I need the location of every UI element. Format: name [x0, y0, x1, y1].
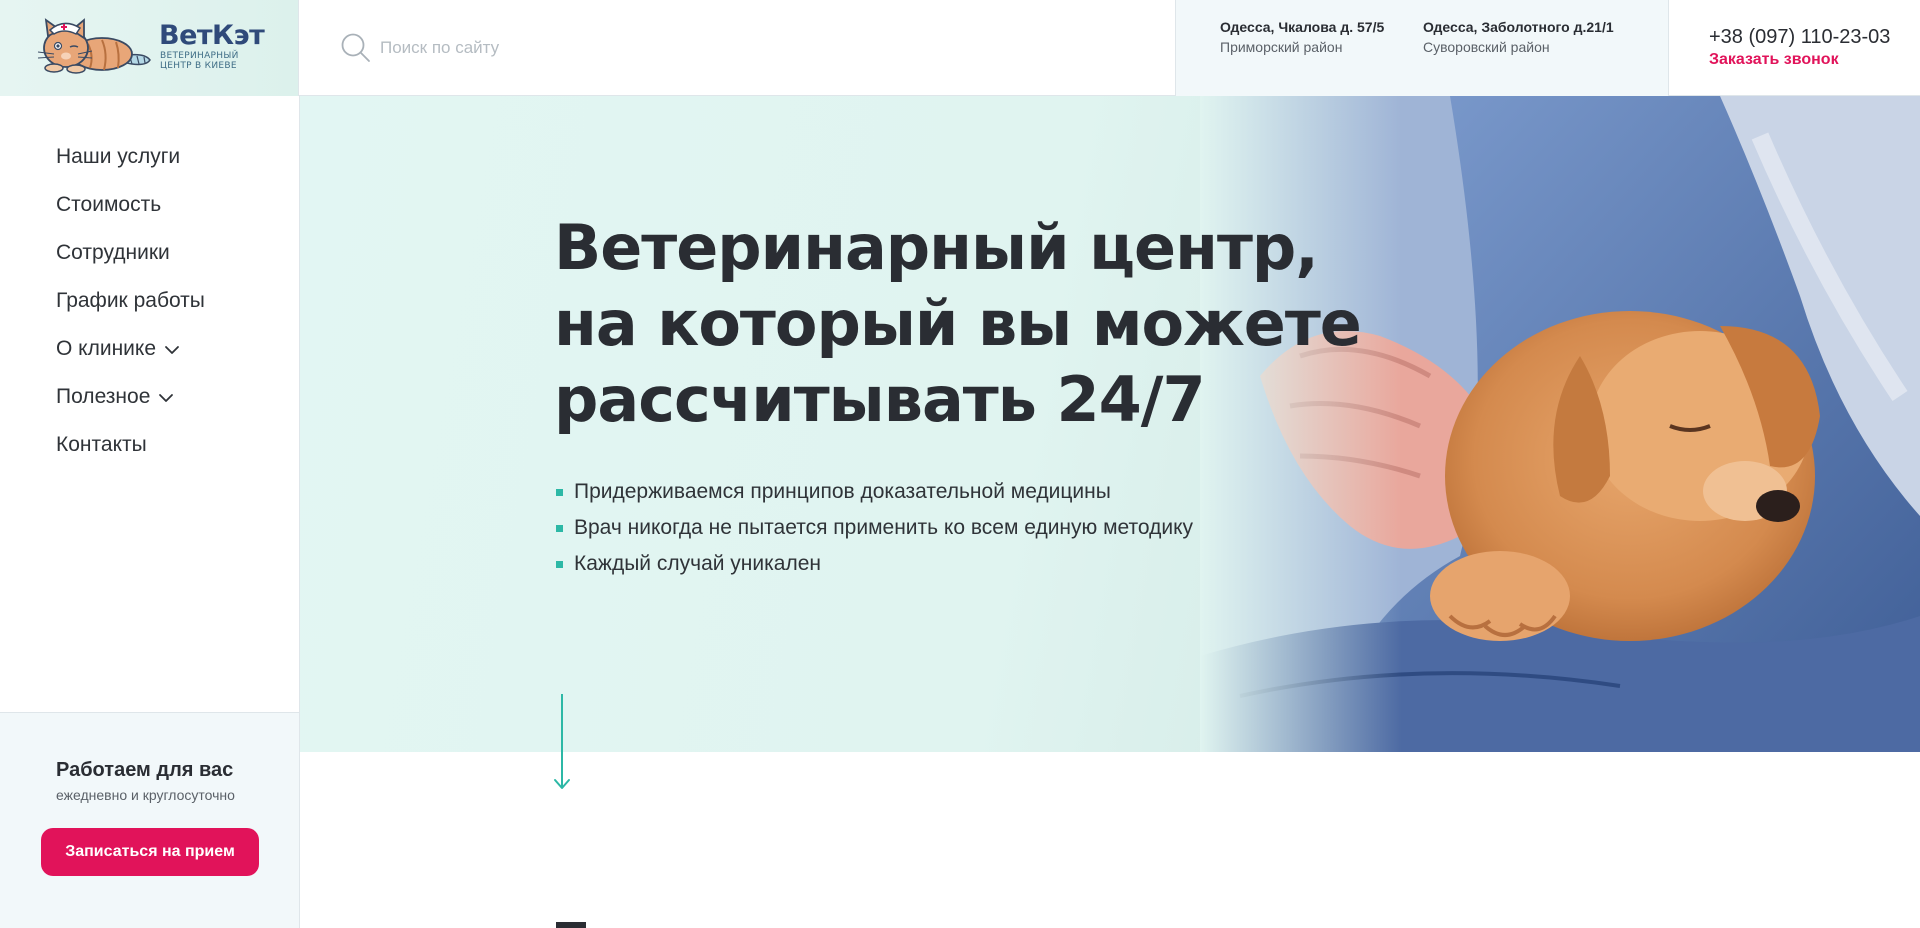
logo-link[interactable]: ВетКэт Ветеринарный центр в Киеве	[0, 0, 299, 96]
address-district: Суворовский район	[1423, 39, 1550, 55]
phone-number[interactable]: +38 (097) 110-23-03	[1709, 24, 1890, 50]
address-chkalova[interactable]: Одесса, Чкалова д. 57/5 Приморский район	[1220, 17, 1384, 57]
site-search	[340, 32, 740, 66]
address-zabolotnogo[interactable]: Одесса, Заболотного д.21/1 Суворовский р…	[1423, 17, 1614, 57]
hero-bullet: Придерживаемся принципов доказательной м…	[554, 474, 1193, 510]
search-input[interactable]	[380, 35, 740, 61]
arrow-down-icon[interactable]	[553, 694, 571, 792]
nav-item-services[interactable]: Наши услуги	[56, 142, 205, 190]
nav-item-contacts[interactable]: Контакты	[56, 430, 205, 478]
cat-logo-icon	[37, 18, 151, 74]
hero-bullet: Каждый случай уникален	[554, 546, 1193, 582]
nav-item-label: График работы	[56, 289, 205, 312]
nav-item-label: Сотрудники	[56, 241, 170, 264]
nav-item-schedule[interactable]: График работы	[56, 286, 205, 334]
chevron-down-icon	[165, 346, 179, 354]
search-icon[interactable]	[340, 32, 372, 64]
site-header: ВетКэт Ветеринарный центр в Киеве Одесса…	[0, 0, 1920, 96]
nav-item-label: Наши услуги	[56, 145, 181, 168]
brand-tagline: Ветеринарный центр в Киеве	[160, 51, 239, 71]
hero-bullets: Придерживаемся принципов доказательной м…	[554, 474, 1193, 582]
nav-item-prices[interactable]: Стоимость	[56, 190, 205, 238]
callback-link[interactable]: Заказать звонок	[1709, 50, 1890, 70]
sidebar: Наши услуги Стоимость Сотрудники График …	[0, 96, 300, 928]
address-title: Одесса, Заболотного д.21/1	[1423, 19, 1614, 35]
nav-item-label: О клинике	[56, 337, 157, 360]
hero-bullet: Врач никогда не пытается применить ко вс…	[554, 510, 1193, 546]
book-appointment-button[interactable]: Записаться на прием	[41, 828, 259, 876]
nav-item-staff[interactable]: Сотрудники	[56, 238, 205, 286]
nav-item-label: Контакты	[56, 433, 147, 456]
schedule-box: Работаем для вас ежедневно и круглосуточ…	[0, 712, 299, 928]
main-nav: Наши услуги Стоимость Сотрудники График …	[56, 142, 205, 478]
schedule-title: Работаем для вас	[56, 759, 234, 781]
contact-box: +38 (097) 110-23-03 Заказать звонок	[1709, 24, 1890, 70]
next-section-heading-stub	[556, 922, 586, 928]
address-title: Одесса, Чкалова д. 57/5	[1220, 19, 1385, 35]
nav-item-label: Полезное	[56, 385, 151, 408]
addresses-panel: Одесса, Чкалова д. 57/5 Приморский район…	[1175, 0, 1669, 96]
hero-title: Ветеринарный центр, на который вы можете…	[554, 211, 1362, 436]
address-district: Приморский район	[1220, 39, 1343, 55]
nav-item-useful[interactable]: Полезное	[56, 382, 205, 430]
nav-item-label: Стоимость	[56, 193, 162, 216]
nav-item-about[interactable]: О клинике	[56, 334, 205, 382]
schedule-subtitle: ежедневно и круглосуточно	[56, 787, 235, 803]
chevron-down-icon	[159, 394, 174, 402]
brand-name: ВетКэт	[159, 20, 265, 51]
hero-section: Ветеринарный центр, на который вы можете…	[300, 96, 1920, 752]
